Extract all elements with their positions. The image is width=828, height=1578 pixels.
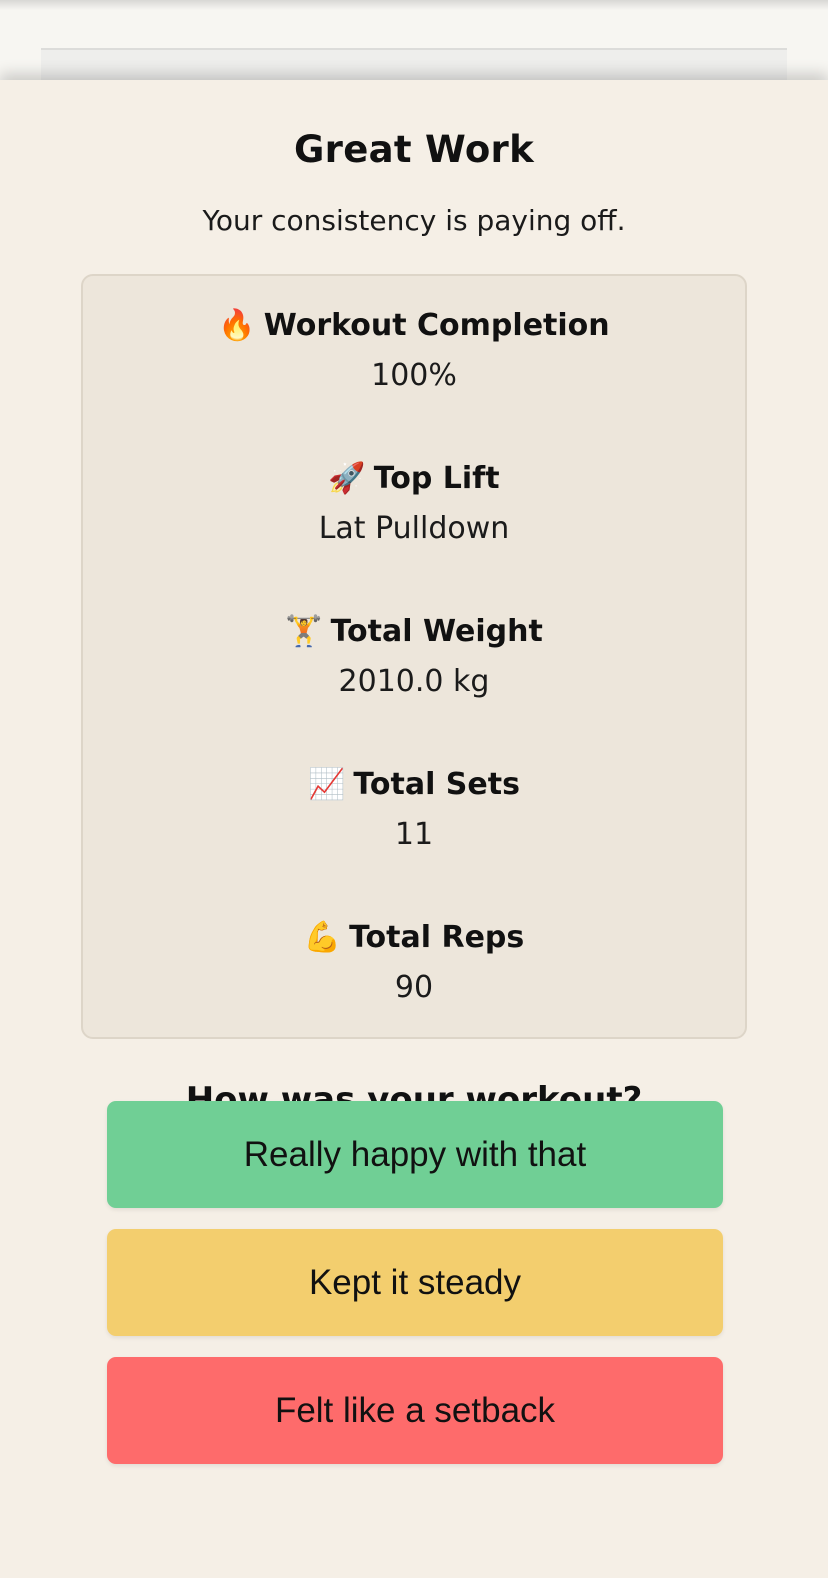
- top-shadow: [0, 0, 828, 10]
- stat-value: 100%: [371, 358, 457, 393]
- stat-total-sets: 📈 Total Sets 11: [83, 765, 745, 855]
- stats-card: 🔥 Workout Completion 100% 🚀 Top Lift Lat P…: [81, 274, 747, 1039]
- stat-label-text: Total Reps: [349, 920, 525, 955]
- stat-value: Lat Pulldown: [318, 511, 510, 546]
- stat-workout-completion: 🔥 Workout Completion 100%: [83, 306, 745, 396]
- stat-label: 🚀 Top Lift: [83, 459, 745, 499]
- stat-value: 2010.0 kg: [338, 664, 490, 699]
- stat-value: 90: [394, 970, 434, 1005]
- chart-increasing-icon: 📈: [308, 767, 346, 802]
- flexed-biceps-icon: 💪: [303, 920, 342, 955]
- stat-label-text: Workout Completion: [263, 308, 610, 343]
- felt-setback-button[interactable]: Felt like a setback: [107, 1357, 723, 1464]
- summary-subtitle: Your consistency is paying off.: [202, 204, 626, 237]
- stat-value: 11: [394, 817, 434, 852]
- stat-top-lift: 🚀 Top Lift Lat Pulldown: [83, 459, 745, 549]
- weightlifter-icon: 🏋️: [285, 614, 323, 649]
- stat-label: 💪 Total Reps: [83, 918, 745, 958]
- stat-label-text: Top Lift: [373, 461, 500, 496]
- fire-icon: 🔥: [218, 308, 256, 343]
- stat-total-reps: 💪 Total Reps 90: [83, 918, 745, 1008]
- stat-label: 🔥 Workout Completion: [83, 306, 745, 346]
- stat-label: 🏋️ Total Weight: [83, 612, 745, 652]
- summary-title: Great Work: [293, 128, 534, 171]
- workout-summary-sheet: Great Work Your consistency is paying of…: [0, 80, 828, 1578]
- stat-label: 📈 Total Sets: [83, 765, 745, 805]
- rocket-icon: 🚀: [328, 461, 366, 496]
- stat-label-text: Total Weight: [330, 614, 543, 649]
- kept-steady-button[interactable]: Kept it steady: [107, 1229, 723, 1336]
- really-happy-button[interactable]: Really happy with that: [107, 1101, 723, 1208]
- stat-total-weight: 🏋️ Total Weight 2010.0 kg: [83, 612, 745, 702]
- stat-label-text: Total Sets: [353, 767, 520, 802]
